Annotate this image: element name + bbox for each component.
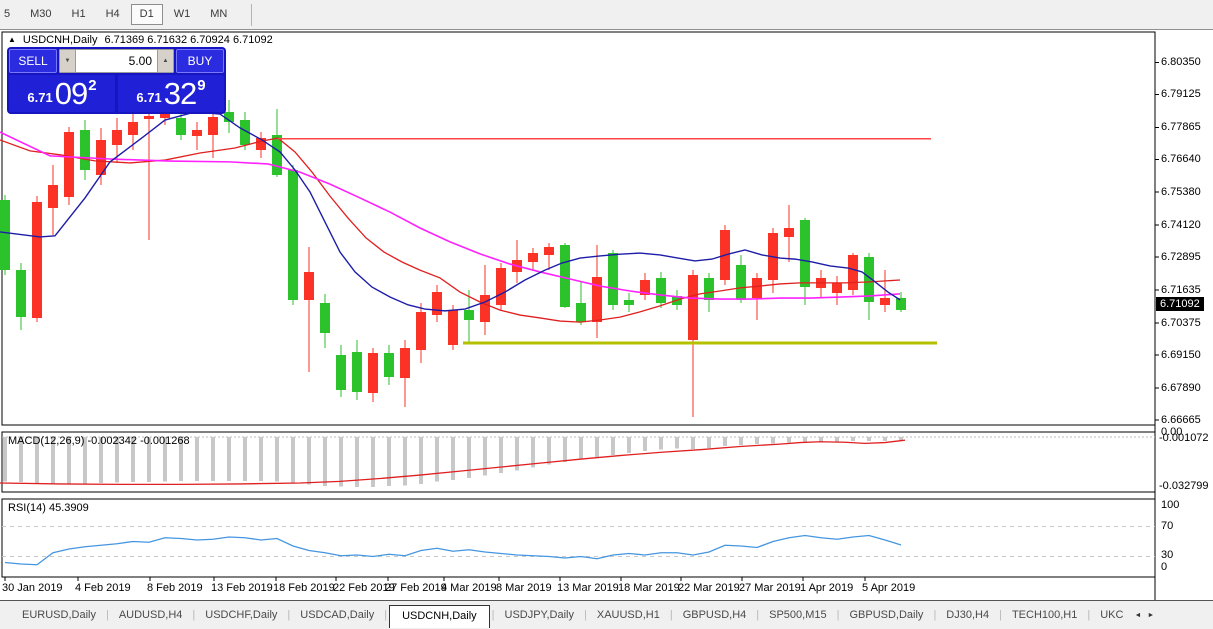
buy-price-big-digits: 32 — [164, 78, 196, 109]
date-axis-label: 8 Feb 2019 — [147, 582, 203, 594]
chart-symbol-label: USDCNH,Daily — [23, 34, 98, 46]
rsi-indicator-label: RSI(14) 45.3909 — [8, 502, 89, 514]
sell-button[interactable]: SELL — [9, 49, 57, 73]
buy-price-base: 6.71 — [136, 90, 161, 105]
chart-tab-usdcnh-daily[interactable]: USDCNH,Daily — [389, 605, 490, 628]
price-axis-label: 6.80350 — [1161, 56, 1201, 68]
price-axis-label: 6.76640 — [1161, 153, 1201, 165]
tabs-scroll-left-icon[interactable]: ◄ — [1131, 610, 1144, 621]
rsi-axis-label: 30 — [1161, 549, 1173, 561]
timeframe-button-m30[interactable]: M30 — [21, 4, 60, 25]
buy-button[interactable]: BUY — [176, 49, 224, 73]
tab-separator: | — [382, 609, 389, 621]
price-axis-label: 6.71635 — [1161, 284, 1201, 296]
date-axis-label: 13 Feb 2019 — [211, 582, 273, 594]
chart-title: ▲ USDCNH,Daily 6.71369 6.71632 6.70924 6… — [8, 34, 273, 46]
chart-tabs-bar: EURUSD,Daily|AUDUSD,H4|USDCHF,Daily|USDC… — [0, 600, 1213, 629]
tab-separator: | — [285, 609, 292, 621]
sell-price-pipette: 2 — [88, 77, 96, 94]
chart-tab-usdchf-daily[interactable]: USDCHF,Daily — [197, 605, 285, 625]
price-axis-label: 6.66665 — [1161, 414, 1201, 426]
buy-price-pipette: 9 — [197, 77, 205, 94]
date-axis-label: 4 Feb 2019 — [75, 582, 131, 594]
timeframe-button-w1[interactable]: W1 — [165, 4, 200, 25]
chart-tab-ukc[interactable]: UKC — [1092, 605, 1131, 625]
chart-workspace: ▲ USDCNH,Daily 6.71369 6.71632 6.70924 6… — [0, 30, 1213, 600]
timeframe-button-5[interactable]: 5 — [1, 4, 19, 25]
tab-separator: | — [490, 609, 497, 621]
macd-indicator-label: MACD(12,26,9) -0.002342 -0.001268 — [8, 435, 190, 447]
tab-separator: | — [1085, 609, 1092, 621]
rsi-axis-label: 0 — [1161, 561, 1167, 573]
price-axis-label: 6.77865 — [1161, 121, 1201, 133]
sell-price-big-digits: 09 — [55, 78, 87, 109]
volume-increase-button[interactable]: ▲ — [157, 49, 174, 73]
macd-axis-min-label: -0.032799 — [1159, 480, 1209, 492]
chart-canvas[interactable] — [0, 30, 1213, 600]
tab-separator: | — [754, 609, 761, 621]
tab-separator: | — [835, 609, 842, 621]
timeframe-button-h1[interactable]: H1 — [63, 4, 95, 25]
rsi-axis-label: 100 — [1161, 499, 1179, 511]
mt4-window: 5M30H1H4D1W1MN ▲ USDCNH,Daily 6.71369 6.… — [0, 0, 1213, 629]
tab-separator: | — [997, 609, 1004, 621]
toolbar-separator — [251, 4, 252, 26]
date-axis-label: 18 Mar 2019 — [618, 582, 680, 594]
one-click-trading-panel: SELL ▼ ▲ BUY 6.71092 6.71329 — [7, 47, 226, 114]
volume-decrease-button[interactable]: ▼ — [59, 49, 76, 73]
chart-tab-gbpusd-daily[interactable]: GBPUSD,Daily — [841, 605, 931, 625]
price-axis-label: 6.72895 — [1161, 251, 1201, 263]
date-axis-label: 18 Feb 2019 — [273, 582, 335, 594]
chart-tab-sp500-m15[interactable]: SP500,M15 — [761, 605, 834, 625]
chart-tab-usdjpy-daily[interactable]: USDJPY,Daily — [497, 605, 583, 625]
price-axis-label: 6.75380 — [1161, 186, 1201, 198]
date-axis-label: 13 Mar 2019 — [557, 582, 619, 594]
date-axis-label: 4 Mar 2019 — [441, 582, 497, 594]
price-axis-label: 6.79125 — [1161, 88, 1201, 100]
date-axis-label: 22 Mar 2019 — [678, 582, 740, 594]
date-axis-label: 27 Mar 2019 — [739, 582, 801, 594]
volume-input[interactable] — [76, 49, 157, 73]
chart-tab-gbpusd-h4[interactable]: GBPUSD,H4 — [675, 605, 755, 625]
tab-separator: | — [582, 609, 589, 621]
date-axis-label: 1 Apr 2019 — [800, 582, 853, 594]
chart-tab-usdcad-daily[interactable]: USDCAD,Daily — [292, 605, 382, 625]
buy-price-display[interactable]: 6.71329 — [118, 75, 224, 112]
chart-tab-eurusd-daily[interactable]: EURUSD,Daily — [14, 605, 104, 625]
current-price-tag: 6.71092 — [1156, 297, 1204, 311]
tab-separator: | — [104, 609, 111, 621]
price-axis-label: 6.69150 — [1161, 349, 1201, 361]
chevron-down-icon: ▼ — [65, 58, 71, 64]
tab-separator: | — [931, 609, 938, 621]
price-axis-label: 6.67890 — [1161, 382, 1201, 394]
chart-ohlc-values: 6.71369 6.71632 6.70924 6.71092 — [104, 34, 272, 46]
sell-price-display[interactable]: 6.71092 — [9, 75, 115, 112]
timeframe-toolbar: 5M30H1H4D1W1MN — [0, 0, 1213, 30]
rsi-axis-label: 70 — [1161, 520, 1173, 532]
sell-price-base: 6.71 — [27, 90, 52, 105]
chart-tab-tech100-h1[interactable]: TECH100,H1 — [1004, 605, 1085, 625]
date-axis-label: 5 Apr 2019 — [862, 582, 915, 594]
collapse-icon[interactable]: ▲ — [8, 35, 16, 44]
timeframe-button-d1[interactable]: D1 — [131, 4, 163, 25]
timeframe-button-h4[interactable]: H4 — [97, 4, 129, 25]
chart-tab-audusd-h4[interactable]: AUDUSD,H4 — [111, 605, 191, 625]
date-axis-label: 30 Jan 2019 — [2, 582, 63, 594]
tab-separator: | — [190, 609, 197, 621]
chevron-up-icon: ▲ — [163, 58, 169, 64]
price-axis-label: 6.74120 — [1161, 219, 1201, 231]
tabs-scroll-right-icon[interactable]: ► — [1144, 610, 1157, 621]
tab-separator: | — [668, 609, 675, 621]
chart-tab-xauusd-h1[interactable]: XAUUSD,H1 — [589, 605, 668, 625]
timeframe-button-mn[interactable]: MN — [201, 4, 236, 25]
date-axis-label: 27 Feb 2019 — [385, 582, 447, 594]
macd-axis-current-label: -0.001072 — [1159, 432, 1209, 444]
volume-spinner: ▼ ▲ — [59, 49, 174, 73]
price-axis-label: 6.70375 — [1161, 317, 1201, 329]
date-axis-label: 8 Mar 2019 — [496, 582, 552, 594]
chart-tab-dj30-h4[interactable]: DJ30,H4 — [938, 605, 997, 625]
